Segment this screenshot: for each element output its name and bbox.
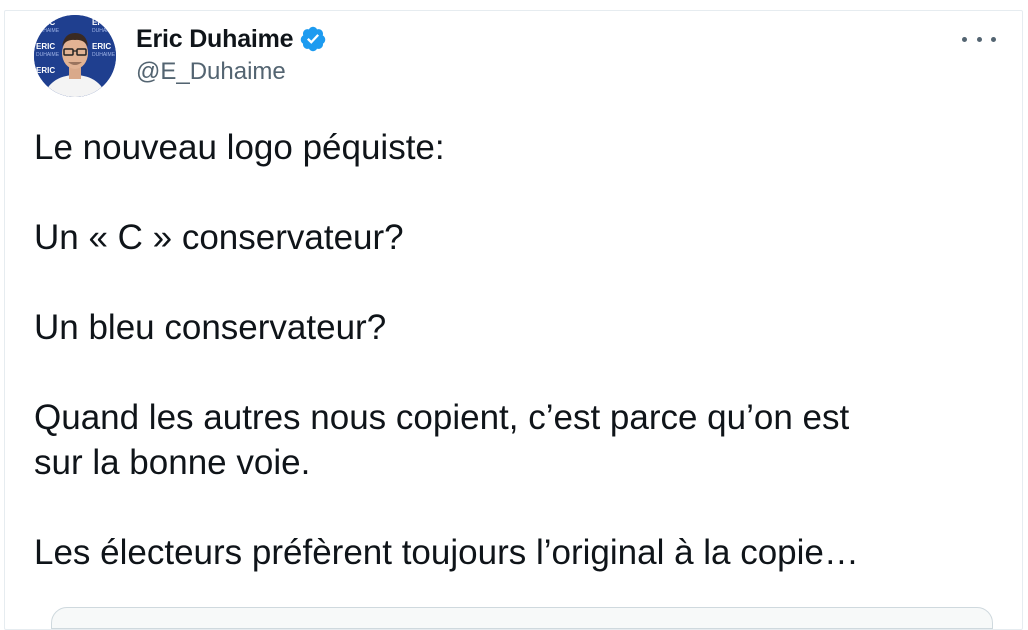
tweet-line: Un bleu conservateur? [34,308,387,347]
attached-media-preview[interactable] [51,607,993,629]
more-horizontal-icon [976,36,982,42]
avatar-image: ERIC ERIC ERIC ERIC ERIC DUHAIME DUHAIME… [34,15,116,97]
author-name[interactable]: Eric Duhaime [136,25,294,54]
more-options-button[interactable] [962,29,996,49]
more-horizontal-icon [962,36,967,42]
svg-text:DUHAIME: DUHAIME [36,52,60,58]
verified-badge-icon [299,25,327,53]
svg-text:DUHAIME: DUHAIME [92,28,116,34]
tweet-line: Quand les autres nous copient, c’est par… [34,398,850,437]
tweet-card: ERIC ERIC ERIC ERIC ERIC DUHAIME DUHAIME… [4,10,1023,630]
avatar-backdrop-text: ERIC [36,18,55,27]
tweet-line: sur la bonne voie. [34,443,311,482]
svg-text:DUHAIME: DUHAIME [92,52,116,58]
tweet-line: Les électeurs préfèrent toujours l’origi… [34,533,859,572]
tweet-line: Le nouveau logo péquiste: [34,128,445,167]
avatar-backdrop-text: ERIC [92,42,111,51]
avatar-backdrop-text: ERIC [36,66,55,75]
tweet-text: Le nouveau logo péquiste: Un « C » conse… [34,125,994,575]
avatar[interactable]: ERIC ERIC ERIC ERIC ERIC DUHAIME DUHAIME… [34,15,116,97]
tweet-line: Un « C » conservateur? [34,218,404,257]
author-handle[interactable]: @E_Duhaime [136,58,286,86]
author-name-row[interactable]: Eric Duhaime [136,24,327,54]
avatar-backdrop-text: ERIC [36,42,55,51]
avatar-backdrop-text: ERIC [92,18,111,27]
more-horizontal-icon [991,36,996,42]
svg-text:DUHAIME: DUHAIME [36,28,60,34]
